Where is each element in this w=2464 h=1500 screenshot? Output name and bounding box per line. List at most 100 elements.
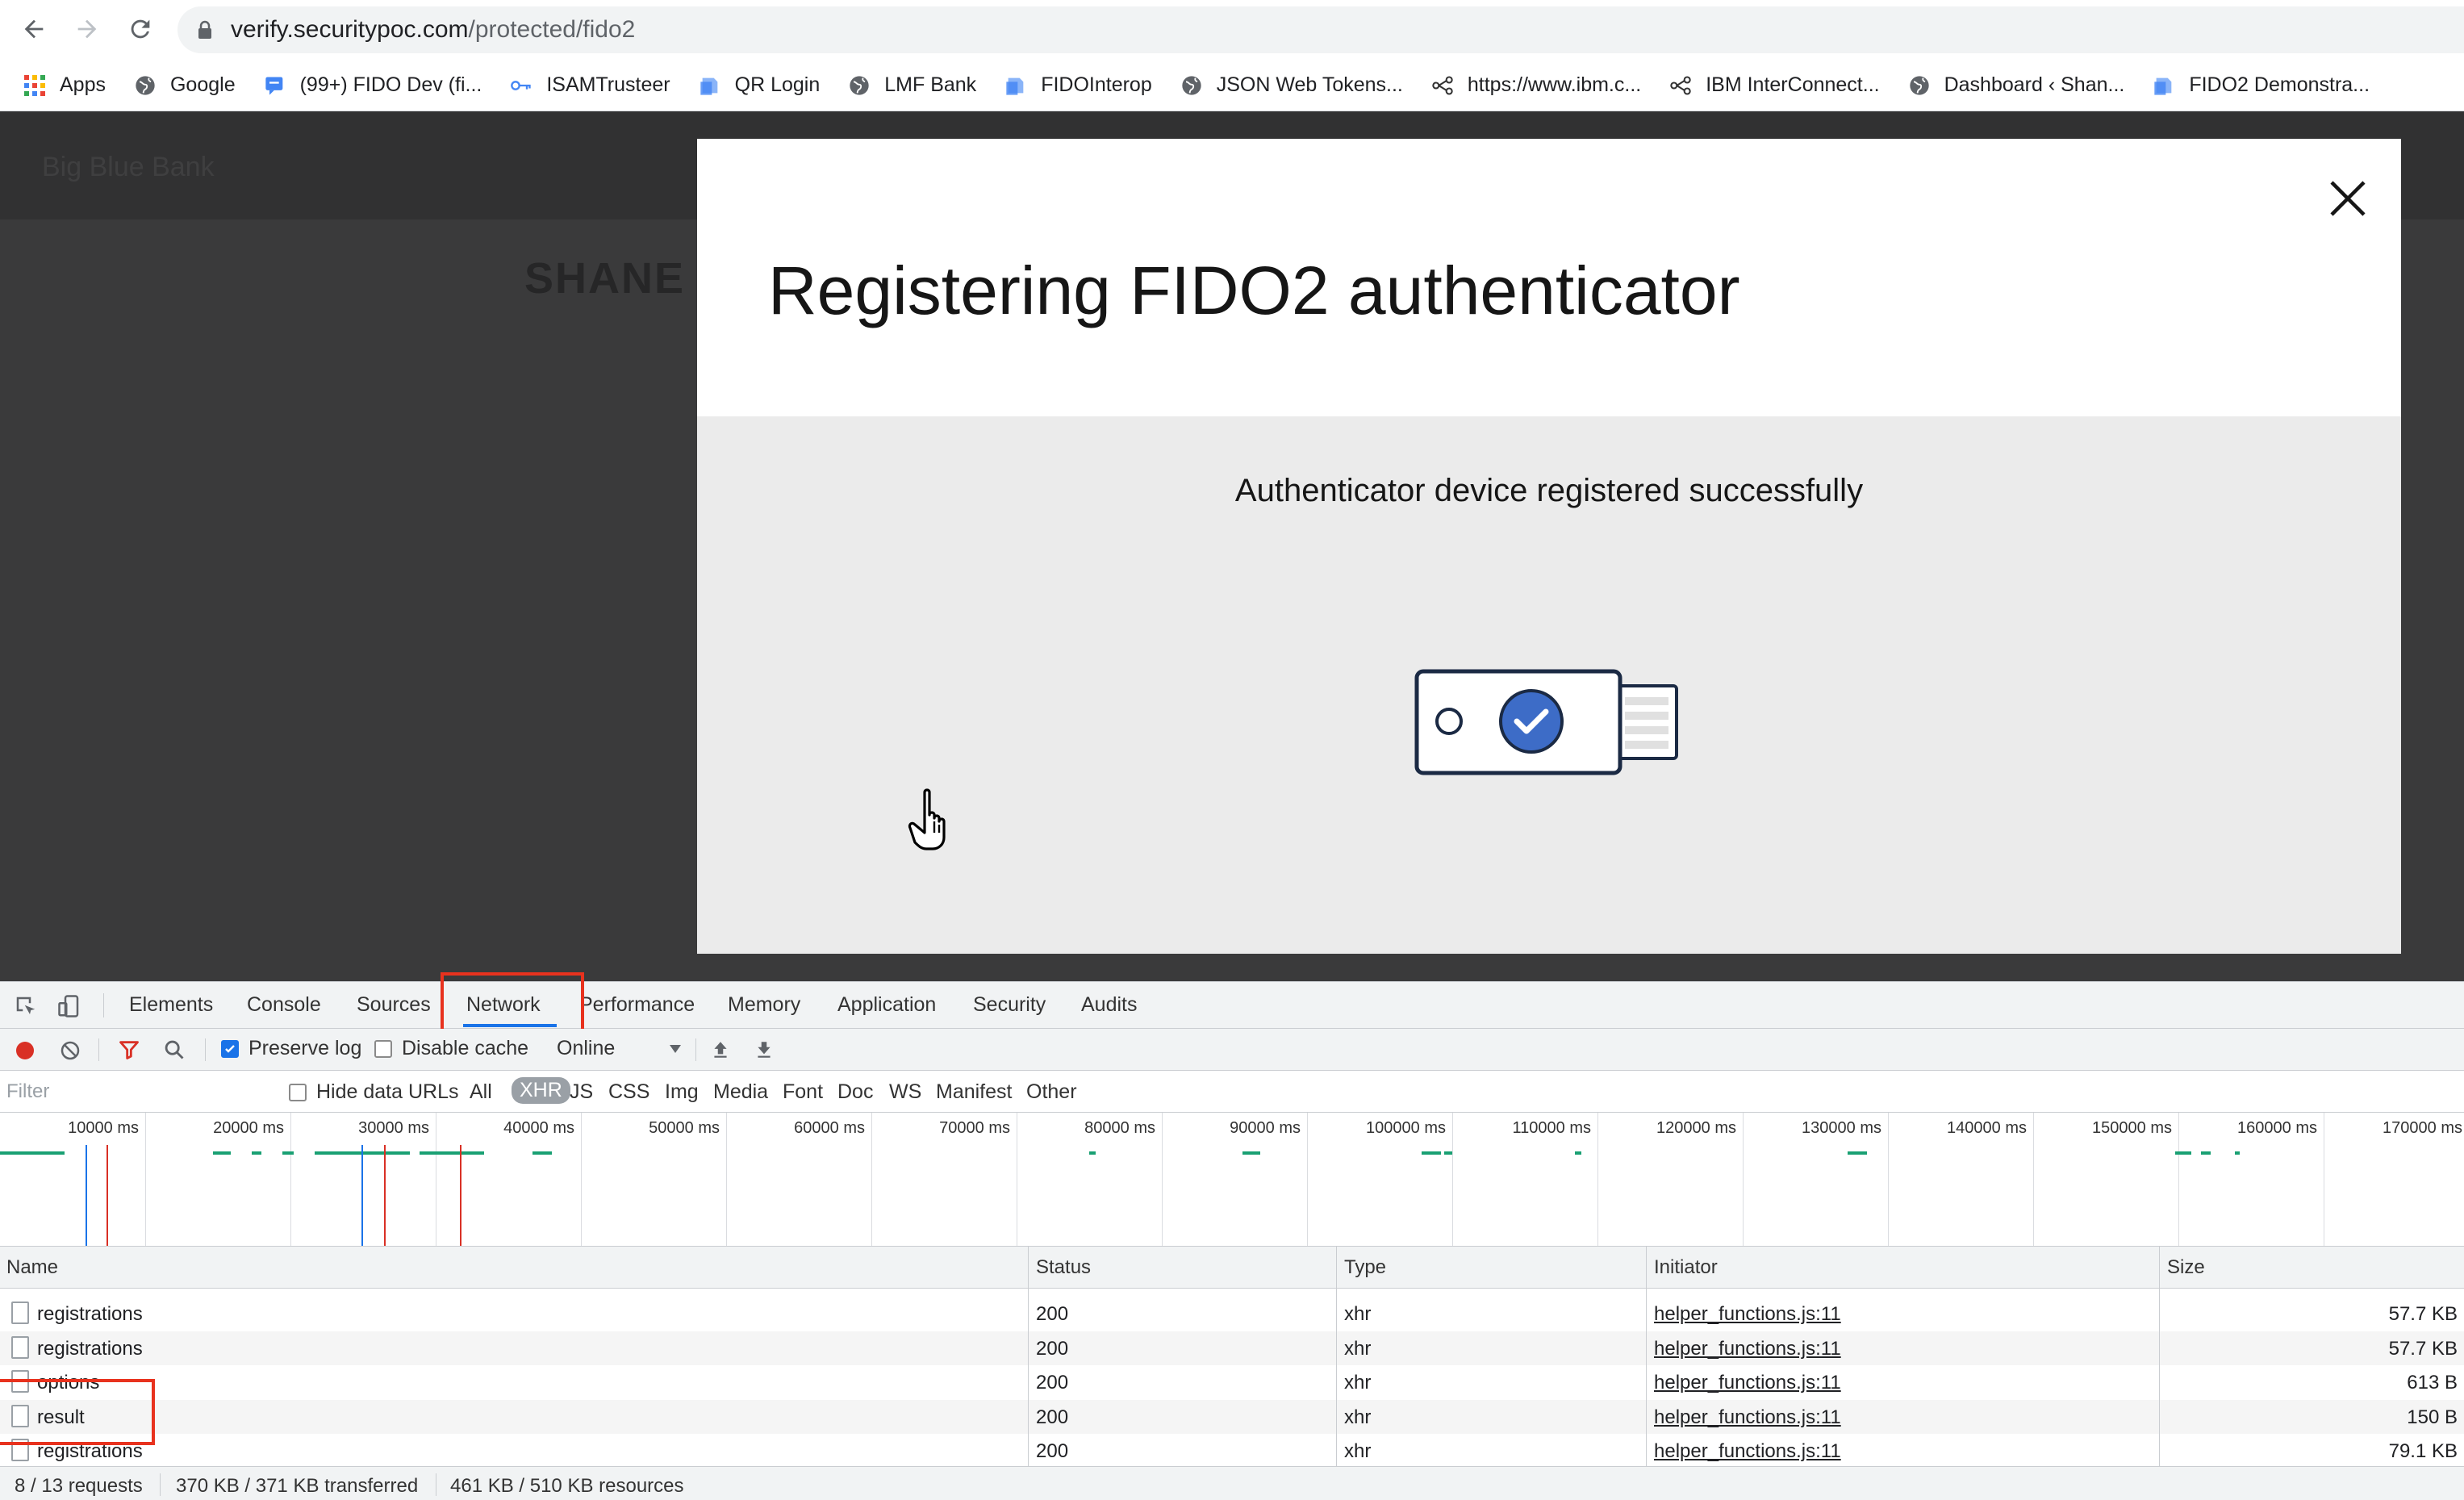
request-name[interactable]: registrations	[37, 1303, 143, 1326]
timeline-tick-label: 30000 ms	[358, 1119, 429, 1137]
hide-data-urls-checkbox[interactable]	[289, 1083, 307, 1101]
filter-type-all[interactable]: All	[470, 1080, 492, 1104]
bookmark-item[interactable]: Google	[133, 73, 236, 98]
timeline-gridline	[2178, 1113, 2179, 1246]
bookmark-item[interactable]: Dashboard ‹ Shan...	[1907, 73, 2124, 98]
request-initiator-link[interactable]: helper_functions.js:11	[1654, 1338, 1841, 1360]
column-name-header[interactable]: Name	[6, 1256, 58, 1279]
filter-type-js[interactable]: JS	[570, 1080, 593, 1104]
forward-button[interactable]	[66, 8, 108, 50]
request-name[interactable]: registrations	[37, 1338, 143, 1360]
request-row[interactable]: options 200 xhr helper_functions.js:11 613 B	[0, 1365, 2464, 1399]
column-type-header[interactable]: Type	[1344, 1256, 1386, 1279]
disable-cache-label: Disable cache	[402, 1037, 529, 1059]
reload-button[interactable]	[119, 8, 161, 50]
tab-memory[interactable]: Memory	[728, 993, 800, 1017]
timeline-activity-bar	[1444, 1151, 1452, 1155]
disable-cache-checkbox[interactable]	[374, 1039, 392, 1058]
filter-type-img[interactable]: Img	[665, 1080, 699, 1104]
result-row-highlight	[0, 1379, 155, 1445]
tab-sources[interactable]: Sources	[357, 993, 431, 1017]
document-icon	[11, 1335, 29, 1359]
timeline-tick-label: 60000 ms	[794, 1119, 865, 1137]
request-type: xhr	[1344, 1303, 1372, 1325]
tab-security[interactable]: Security	[973, 993, 1046, 1017]
filter-toggle-button[interactable]	[118, 1038, 140, 1061]
request-initiator-link[interactable]: helper_functions.js:11	[1654, 1372, 1841, 1394]
tab-application[interactable]: Application	[837, 993, 936, 1017]
filter-bar: Hide data URLs All XHR JS CSS Img Media …	[0, 1071, 2464, 1113]
bookmark-item[interactable]: JSON Web Tokens...	[1180, 73, 1403, 98]
bookmark-label: JSON Web Tokens...	[1216, 73, 1403, 96]
page-icon	[2152, 73, 2176, 98]
bookmark-item[interactable]: QR Login	[698, 73, 820, 98]
bookmark-item[interactable]: IBM InterConnect...	[1668, 73, 1880, 98]
filter-type-xhr[interactable]: XHR	[512, 1077, 570, 1104]
column-size-header[interactable]: Size	[2167, 1256, 2205, 1279]
request-initiator-link[interactable]: helper_functions.js:11	[1654, 1303, 1841, 1326]
globe-icon	[1180, 73, 1204, 98]
tab-elements[interactable]: Elements	[129, 993, 213, 1017]
tab-divider	[103, 993, 104, 1017]
request-row[interactable]: registrations 200 xhr helper_functions.js:1…	[0, 1297, 2464, 1331]
request-type: xhr	[1344, 1440, 1372, 1462]
timeline-activity-bar	[1089, 1151, 1096, 1155]
bookmark-item[interactable]: FIDOInterop	[1004, 73, 1152, 98]
disable-cache-toggle[interactable]: Disable cache	[374, 1037, 528, 1060]
tab-console[interactable]: Console	[247, 993, 321, 1017]
bookmark-item[interactable]: LMF Bank	[847, 73, 976, 98]
export-har-button[interactable]	[754, 1038, 775, 1061]
inspect-icon	[16, 997, 35, 1014]
timeline-gridline	[871, 1113, 872, 1246]
back-button[interactable]	[13, 8, 55, 50]
filter-type-ws[interactable]: WS	[889, 1080, 921, 1104]
filter-input[interactable]	[6, 1077, 269, 1106]
address-bar[interactable]: verify.securitypoc.com/protected/fido2	[177, 6, 2464, 53]
timeline-activity-bar	[282, 1151, 294, 1155]
clear-button[interactable]	[60, 1040, 81, 1061]
request-row[interactable]: result 200 xhr helper_functions.js:11 150 B	[0, 1399, 2464, 1434]
bookmark-item[interactable]: (99+) FIDO Dev (fi...	[263, 73, 482, 98]
import-har-button[interactable]	[710, 1038, 731, 1061]
filter-type-manifest[interactable]: Manifest	[936, 1080, 1012, 1104]
search-button[interactable]	[163, 1038, 186, 1061]
inspect-element-button[interactable]	[13, 993, 39, 1019]
timeline-gridline	[581, 1113, 582, 1246]
request-size: 150 B	[2407, 1406, 2458, 1428]
request-row[interactable]: registrations 200 xhr helper_functions.js:1…	[0, 1434, 2464, 1466]
preserve-log-checkbox[interactable]	[221, 1039, 239, 1058]
bookmark-label: FIDO2 Demonstra...	[2189, 73, 2370, 96]
hide-data-urls-toggle[interactable]: Hide data URLs	[289, 1080, 458, 1104]
network-tab-highlight	[441, 972, 584, 1032]
filter-type-css[interactable]: CSS	[608, 1080, 649, 1104]
filter-type-media[interactable]: Media	[713, 1080, 768, 1104]
bookmark-item[interactable]: https://www.ibm.c...	[1430, 73, 1641, 98]
request-initiator-link[interactable]: helper_functions.js:11	[1654, 1406, 1841, 1429]
timeline-tick-label: 40000 ms	[503, 1119, 574, 1137]
bookmark-item[interactable]: Apps	[23, 73, 106, 98]
bookmark-label: LMF Bank	[884, 73, 977, 96]
device-toolbar-button[interactable]	[56, 993, 82, 1019]
clear-icon	[61, 1041, 80, 1060]
preserve-log-label: Preserve log	[248, 1037, 362, 1059]
timeline-activity-bar	[1242, 1151, 1260, 1155]
filter-type-font[interactable]: Font	[783, 1080, 823, 1104]
brand-logo-text[interactable]: Big Blue Bank	[42, 152, 215, 183]
filter-type-other[interactable]: Other	[1026, 1080, 1077, 1104]
globe-icon	[133, 73, 157, 98]
column-status-header[interactable]: Status	[1036, 1256, 1091, 1279]
filter-type-doc[interactable]: Doc	[837, 1080, 873, 1104]
tab-audits[interactable]: Audits	[1081, 993, 1137, 1017]
bookmark-item[interactable]: FIDO2 Demonstra...	[2152, 73, 2370, 98]
tab-performance[interactable]: Performance	[579, 993, 695, 1017]
throttling-select[interactable]: Online	[557, 1037, 683, 1060]
network-overview-timeline[interactable]: 10000 ms 20000 ms 30000 ms 40000 ms 50000 ms…	[0, 1113, 2464, 1247]
bookmark-label: Apps	[60, 73, 106, 96]
modal-close-button[interactable]	[2320, 171, 2375, 226]
column-initiator-header[interactable]: Initiator	[1654, 1256, 1718, 1279]
record-button[interactable]	[15, 1040, 35, 1061]
request-row[interactable]: registrations 200 xhr helper_functions.js:1…	[0, 1331, 2464, 1365]
request-initiator-link[interactable]: helper_functions.js:11	[1654, 1440, 1841, 1463]
preserve-log-toggle[interactable]: Preserve log	[221, 1037, 361, 1060]
bookmark-item[interactable]: ISAMTrusteer	[509, 73, 670, 98]
